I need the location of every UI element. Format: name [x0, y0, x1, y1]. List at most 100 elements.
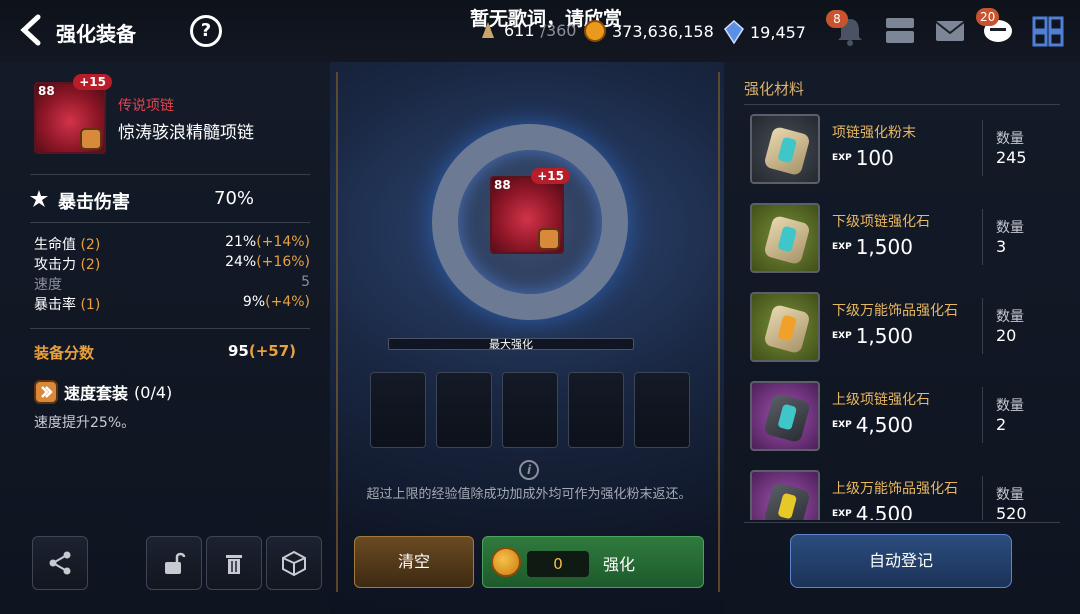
enhance-note: 超过上限的经验值除成功加成外均可作为强化粉末返还。	[366, 487, 692, 502]
universal-stone-icon	[763, 481, 811, 520]
materials-list[interactable]: 项链强化粉末 EXP 100 数量 245 下级项链强化石 EXP 1,500 数量…	[748, 114, 1068, 520]
info-icon[interactable]: i	[519, 460, 539, 480]
back-icon[interactable]	[18, 14, 46, 46]
material-exp: 1,500	[855, 235, 913, 259]
item-level: 88	[494, 178, 511, 192]
auto-register-button[interactable]: 自动登记	[790, 534, 1012, 588]
trash-icon	[226, 555, 242, 574]
random-button[interactable]	[266, 536, 322, 590]
gold-counter: 373,636,158	[584, 20, 714, 42]
material-item[interactable]: 项链强化粉末 EXP 100 数量 245	[748, 114, 1068, 203]
share-button[interactable]	[32, 536, 88, 590]
material-exp: 1,500	[855, 324, 913, 348]
clear-button[interactable]: 清空	[354, 536, 474, 588]
share-icon	[49, 551, 71, 575]
material-quantity: 520	[996, 504, 1027, 520]
divider	[30, 328, 310, 329]
material-exp: 4,500	[855, 502, 913, 520]
material-quantity: 245	[996, 148, 1027, 167]
gold-coin-icon	[584, 20, 606, 42]
gold-coin-icon	[491, 547, 521, 577]
stat-row: 暴击率 (1) 9%(+4%)	[34, 294, 310, 313]
set-description: 速度提升25%。	[34, 415, 136, 431]
set-name: 速度套装	[64, 384, 129, 403]
unlock-icon	[165, 552, 186, 574]
material-slot[interactable]	[568, 372, 624, 448]
material-thumbnail	[750, 203, 820, 273]
item-name: 惊涛骇浪精髓项链	[118, 123, 254, 143]
item-level: 88	[38, 84, 55, 98]
max-enhance-label: 最大强化	[489, 338, 533, 351]
materials-title: 强化材料	[744, 80, 805, 98]
mail-icon[interactable]	[932, 14, 968, 48]
material-item[interactable]: 上级项链强化石 EXP 4,500 数量 2	[748, 381, 1068, 470]
divider	[744, 104, 1060, 105]
dice-icon	[282, 550, 306, 577]
material-item[interactable]: 上级万能饰品强化石 EXP 4,500 数量 520	[748, 470, 1068, 520]
stat-value: 21%	[225, 234, 257, 250]
divider	[982, 476, 983, 520]
crit-damage-icon	[30, 190, 48, 207]
stamina-icon	[482, 22, 494, 38]
friends-icon[interactable]	[882, 14, 918, 48]
material-name: 下级项链强化石	[832, 214, 930, 230]
enhance-target-item[interactable]: 88 +15	[490, 168, 570, 254]
page-title: 强化装备	[56, 22, 136, 46]
speed-set-icon	[80, 128, 102, 150]
material-exp: 100	[855, 146, 894, 170]
stat-row: 攻击力 (2) 24%(+16%)	[34, 254, 310, 273]
materials-panel: 强化材料 项链强化粉末 EXP 100 数量 245 下级项链强化石 EXP 1,5…	[724, 62, 1080, 614]
material-thumbnail	[750, 470, 820, 520]
stat-row: 速度 5	[34, 274, 310, 294]
material-thumbnail	[750, 381, 820, 451]
material-quantity: 20	[996, 326, 1017, 345]
divider	[982, 209, 983, 265]
stat-name: 速度	[34, 277, 62, 293]
main-stat-label: 暴击伤害	[58, 192, 130, 213]
item-thumbnail[interactable]: 88 +15	[34, 74, 112, 154]
stat-name: 攻击力	[34, 257, 76, 273]
universal-stone-icon	[763, 303, 811, 355]
material-quantity: 2	[996, 415, 1007, 434]
gear-score: 装备分数 95(+57)	[34, 342, 296, 362]
stat-value: 24%	[225, 254, 257, 270]
material-slot[interactable]	[436, 372, 492, 448]
stat-name: 暴击率	[34, 297, 76, 313]
menu-grid-icon[interactable]	[1030, 14, 1066, 48]
divider	[30, 174, 310, 175]
material-item[interactable]: 下级项链强化石 EXP 1,500 数量 3	[748, 203, 1068, 292]
enhance-level-badge: +15	[73, 74, 112, 90]
top-bar: 强化装备 ? 暂无歌词，请欣赏 611/360 373,636,158 19,4…	[0, 0, 1080, 62]
material-name: 上级项链强化石	[832, 392, 930, 408]
quantity-label: 数量	[996, 131, 1024, 147]
material-thumbnail	[750, 114, 820, 184]
crystal-counter: 19,457	[724, 20, 806, 44]
set-progress: (0/4)	[134, 382, 173, 402]
delete-button[interactable]	[206, 536, 262, 590]
help-icon[interactable]: ?	[190, 15, 222, 47]
stamina-counter: 611/360	[478, 20, 576, 40]
material-slot[interactable]	[502, 372, 558, 448]
gear-score-value: 95	[227, 342, 249, 360]
divider	[744, 522, 1060, 523]
necklace-powder-icon	[763, 125, 811, 177]
quantity-label: 数量	[996, 309, 1024, 325]
set-info: 速度套装 (0/4)	[34, 380, 172, 404]
enhance-area: 88 +15 最大强化 i 超过上限的经验值除成功加成外均可作为强化粉末返还。 …	[336, 62, 720, 614]
material-item[interactable]: 下级万能饰品强化石 EXP 1,500 数量 20	[748, 292, 1068, 381]
notification-badge: 8	[826, 10, 848, 28]
material-slot[interactable]	[370, 372, 426, 448]
divider	[982, 298, 983, 354]
stat-row: 生命值 (2) 21%(+14%)	[34, 234, 310, 253]
enhance-cost: 0	[527, 551, 589, 577]
gear-score-label: 装备分数	[34, 344, 95, 362]
material-name: 项链强化粉末	[832, 125, 916, 141]
material-quantity: 3	[996, 237, 1007, 256]
chat-badge: 20	[976, 8, 1000, 26]
divider	[982, 387, 983, 443]
crystal-icon	[724, 20, 744, 44]
material-slot[interactable]	[634, 372, 690, 448]
lock-button[interactable]	[146, 536, 202, 590]
quantity-label: 数量	[996, 487, 1024, 503]
enhance-button[interactable]: 0 强化	[482, 536, 704, 588]
